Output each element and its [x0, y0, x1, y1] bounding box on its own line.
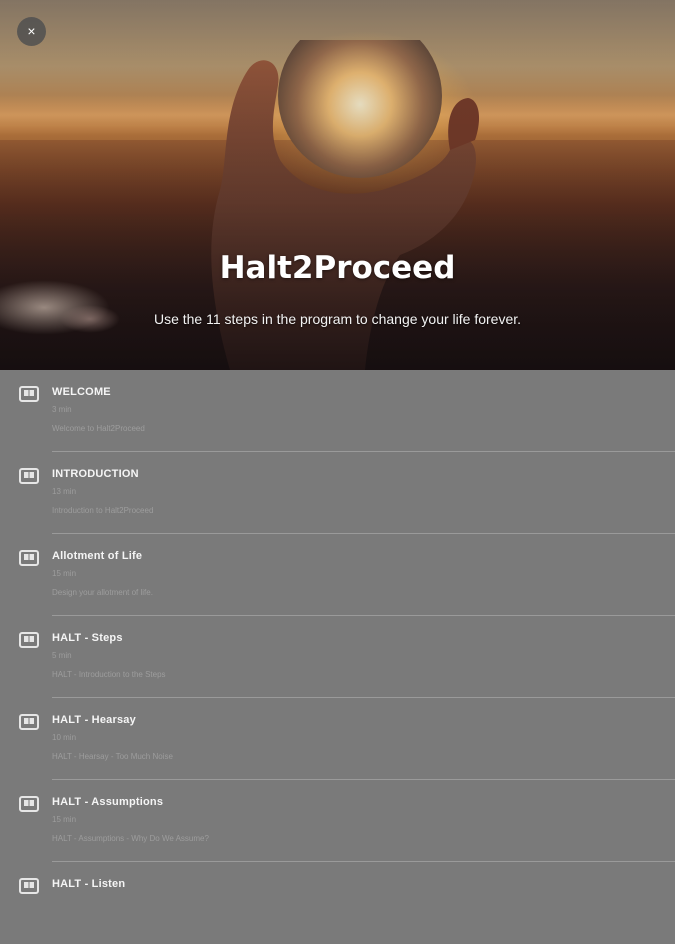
lesson-item-halt-listen[interactable]: HALT - Listen: [0, 862, 675, 944]
lesson-title: INTRODUCTION: [52, 468, 139, 480]
hero-banner: × Halt2Proceed Use the 11 steps in the p…: [0, 0, 675, 370]
lesson-duration: 10 min: [52, 733, 77, 742]
lesson-description: HALT - Assumptions - Why Do We Assume?: [52, 834, 209, 843]
lesson-title: HALT - Listen: [52, 878, 126, 890]
lesson-title: HALT - Steps: [52, 632, 123, 644]
book-icon: [19, 632, 39, 648]
lesson-duration: 5 min: [52, 651, 72, 660]
book-icon: [19, 714, 39, 730]
lesson-item-halt-steps[interactable]: HALT - Steps 5 min HALT - Introduction t…: [0, 616, 675, 698]
lesson-description: HALT - Hearsay - Too Much Noise: [52, 752, 173, 761]
lesson-title: Allotment of Life: [52, 550, 143, 562]
lesson-list: WELCOME 3 min Welcome to Halt2Proceed IN…: [0, 370, 675, 944]
book-icon: [19, 468, 39, 484]
lesson-item-halt-assumptions[interactable]: HALT - Assumptions 15 min HALT - Assumpt…: [0, 780, 675, 862]
lesson-description: Welcome to Halt2Proceed: [52, 424, 145, 433]
lesson-title: HALT - Hearsay: [52, 714, 136, 726]
lesson-description: HALT - Introduction to the Steps: [52, 670, 166, 679]
book-icon: [19, 878, 39, 894]
close-button[interactable]: ×: [17, 17, 46, 46]
lesson-item-introduction[interactable]: INTRODUCTION 13 min Introduction to Halt…: [0, 452, 675, 534]
lesson-duration: 15 min: [52, 569, 77, 578]
lesson-title: WELCOME: [52, 386, 111, 398]
lesson-duration: 15 min: [52, 815, 77, 824]
lesson-duration: 3 min: [52, 405, 72, 414]
lesson-item-welcome[interactable]: WELCOME 3 min Welcome to Halt2Proceed: [0, 370, 675, 452]
lesson-duration: 13 min: [52, 487, 77, 496]
lesson-item-allotment-of-life[interactable]: Allotment of Life 15 min Design your all…: [0, 534, 675, 616]
lesson-title: HALT - Assumptions: [52, 796, 164, 808]
book-icon: [19, 550, 39, 566]
book-icon: [19, 386, 39, 402]
close-icon: ×: [27, 23, 36, 39]
lesson-description: Introduction to Halt2Proceed: [52, 506, 154, 515]
course-title: Halt2Proceed: [219, 250, 456, 286]
lesson-item-halt-hearsay[interactable]: HALT - Hearsay 10 min HALT - Hearsay - T…: [0, 698, 675, 780]
lesson-description: Design your allotment of life.: [52, 588, 153, 597]
book-icon: [19, 796, 39, 812]
course-subtitle: Use the 11 steps in the program to chang…: [153, 311, 522, 327]
